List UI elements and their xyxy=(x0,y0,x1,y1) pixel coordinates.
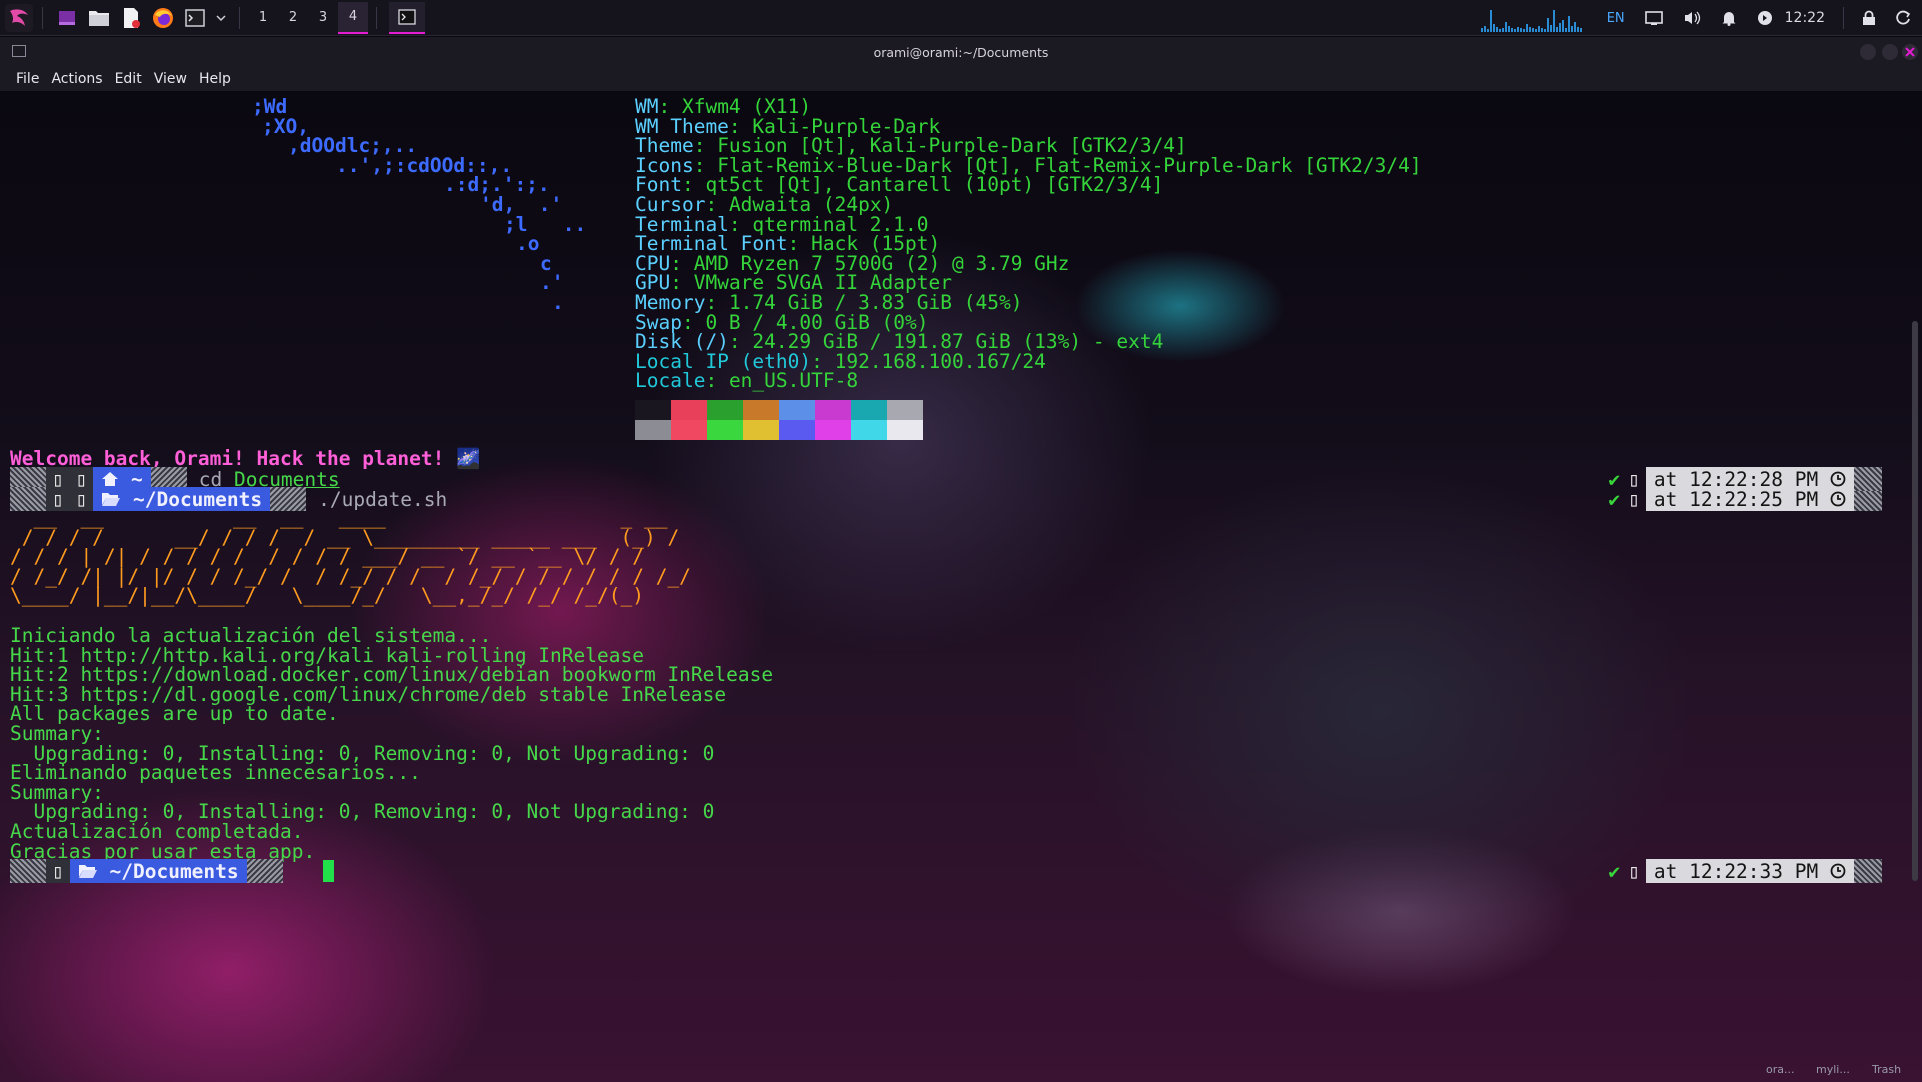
workspace-1[interactable]: 1 xyxy=(248,2,278,34)
desktop-icon-label[interactable]: myli... xyxy=(1816,1063,1850,1076)
fetch-info-value: en_US.UTF-8 xyxy=(728,369,859,393)
palette-swatch xyxy=(779,400,815,420)
ascii-banner-line: \____/ |__/|__/\____/ \____/_/ \__,_/_/ … xyxy=(10,584,668,607)
clock[interactable]: 12:22 xyxy=(1785,10,1825,26)
menu-view[interactable]: View xyxy=(154,71,187,87)
palette-swatch xyxy=(671,420,707,440)
prompt-status: ✔ ▯ at 12:22:33 PM xyxy=(1608,859,1882,883)
window-titlebar[interactable]: orami@orami:~/Documents xyxy=(0,37,1922,67)
prompt-decor xyxy=(10,859,46,883)
keyboard-layout-indicator[interactable]: EN xyxy=(1607,11,1625,26)
folder-open-icon xyxy=(102,493,121,506)
lock-screen-icon[interactable] xyxy=(1862,10,1876,26)
palette-swatch xyxy=(887,420,923,440)
palette-swatch xyxy=(743,400,779,420)
terminal-cursor xyxy=(323,860,334,882)
menu-actions[interactable]: Actions xyxy=(51,71,102,87)
menu-edit[interactable]: Edit xyxy=(115,71,142,87)
prompt-decor xyxy=(246,859,283,883)
fetch-info-value: 192.168.100.167/24 xyxy=(834,349,1046,373)
panel-separator xyxy=(42,6,43,29)
palette-swatch xyxy=(815,420,851,440)
minimize-button[interactable] xyxy=(1860,44,1876,60)
prompt-path-segment: ~/Documents xyxy=(69,859,247,883)
clock-icon xyxy=(1830,491,1846,507)
firefox-icon[interactable] xyxy=(150,5,176,31)
fetch-logo-line: .o xyxy=(516,232,540,255)
power-manager-icon[interactable] xyxy=(1757,10,1773,26)
menu-help[interactable]: Help xyxy=(199,71,231,87)
prompt-time: at 12:22:28 PM xyxy=(1645,467,1854,491)
home-icon xyxy=(102,472,119,486)
cpu-graph xyxy=(1480,4,1583,32)
prompt-decor xyxy=(1854,859,1882,883)
prompt-decor xyxy=(1854,467,1882,491)
workspace-4[interactable]: 4 xyxy=(338,1,368,34)
prompt-status-glyph: ▯ xyxy=(1628,859,1640,883)
workspace-3[interactable]: 3 xyxy=(308,2,338,34)
palette-swatch xyxy=(851,420,887,440)
panel-separator xyxy=(1843,7,1844,29)
text-editor-icon[interactable] xyxy=(118,5,144,31)
menu-bar: File Actions Edit View Help xyxy=(0,67,1922,91)
volume-icon[interactable] xyxy=(1683,10,1701,26)
prompt-path: ~/Documents xyxy=(109,859,239,883)
chevron-down-icon[interactable] xyxy=(214,5,228,31)
top-panel: 1 2 3 4 EN 12:22 xyxy=(0,0,1922,36)
window-menu-icon[interactable] xyxy=(12,45,26,57)
fetch-info-key: Locale xyxy=(635,369,706,393)
panel-separator xyxy=(239,6,240,29)
folder-open-icon xyxy=(78,865,97,878)
maximize-button[interactable] xyxy=(1882,44,1898,60)
success-check-icon: ✔ xyxy=(1608,859,1621,883)
palette-swatch xyxy=(887,400,923,420)
desktop-icon-label[interactable]: ora... xyxy=(1766,1063,1794,1076)
prompt-status: ✔ ▯ at 12:22:28 PM xyxy=(1608,467,1882,491)
palette-swatch xyxy=(743,420,779,440)
kali-menu-button[interactable] xyxy=(4,3,34,33)
palette-swatch xyxy=(851,400,887,420)
terminal-icon xyxy=(398,8,416,25)
menu-file[interactable]: File xyxy=(16,71,39,87)
window-title: orami@orami:~/Documents xyxy=(873,44,1049,60)
clock-icon xyxy=(1830,471,1846,487)
notification-bell-icon[interactable] xyxy=(1721,10,1737,26)
palette-swatch xyxy=(815,400,851,420)
panel-tray: EN 12:22 xyxy=(1480,0,1922,36)
panel-separator xyxy=(376,6,377,29)
file-manager-icon[interactable] xyxy=(86,5,112,31)
terminal-launcher-icon[interactable] xyxy=(182,5,208,31)
terminal-output-area[interactable]: ;Wd ;XO, ,dOOdlc;,.. ..',;:cdOOd::,. .:d… xyxy=(0,91,1922,1082)
desktop-icon-label[interactable]: Trash xyxy=(1872,1063,1901,1076)
close-button[interactable] xyxy=(1902,44,1918,60)
prompt-os-segment: ▯ xyxy=(46,859,70,883)
logout-icon[interactable] xyxy=(1896,10,1912,26)
kali-dragon-icon xyxy=(5,3,33,32)
palette-swatch xyxy=(707,420,743,440)
display-icon[interactable] xyxy=(1644,10,1663,26)
terminal-window: orami@orami:~/Documents File Actions Edi… xyxy=(0,37,1922,1082)
clock-icon xyxy=(1830,863,1846,879)
show-desktop-icon[interactable] xyxy=(54,5,80,31)
palette-swatch xyxy=(635,420,671,440)
prompt-time: at 12:22:33 PM xyxy=(1645,859,1854,883)
success-check-icon: ✔ xyxy=(1608,467,1621,491)
palette-swatch xyxy=(671,400,707,420)
prompt-status-glyph: ▯ xyxy=(1628,467,1640,491)
close-icon xyxy=(1905,47,1915,57)
palette-swatch xyxy=(635,400,671,420)
terminal-scrollbar[interactable] xyxy=(1912,321,1918,881)
taskbar-terminal-window[interactable] xyxy=(389,1,425,34)
palette-swatch xyxy=(779,420,815,440)
prompt-line: ▯ ~/Documents xyxy=(10,859,283,883)
fetch-logo-line: . xyxy=(552,291,564,314)
workspace-2[interactable]: 2 xyxy=(278,2,308,34)
palette-swatch xyxy=(707,400,743,420)
fetch-info-row: Locale: en_US.UTF-8 xyxy=(635,369,859,393)
